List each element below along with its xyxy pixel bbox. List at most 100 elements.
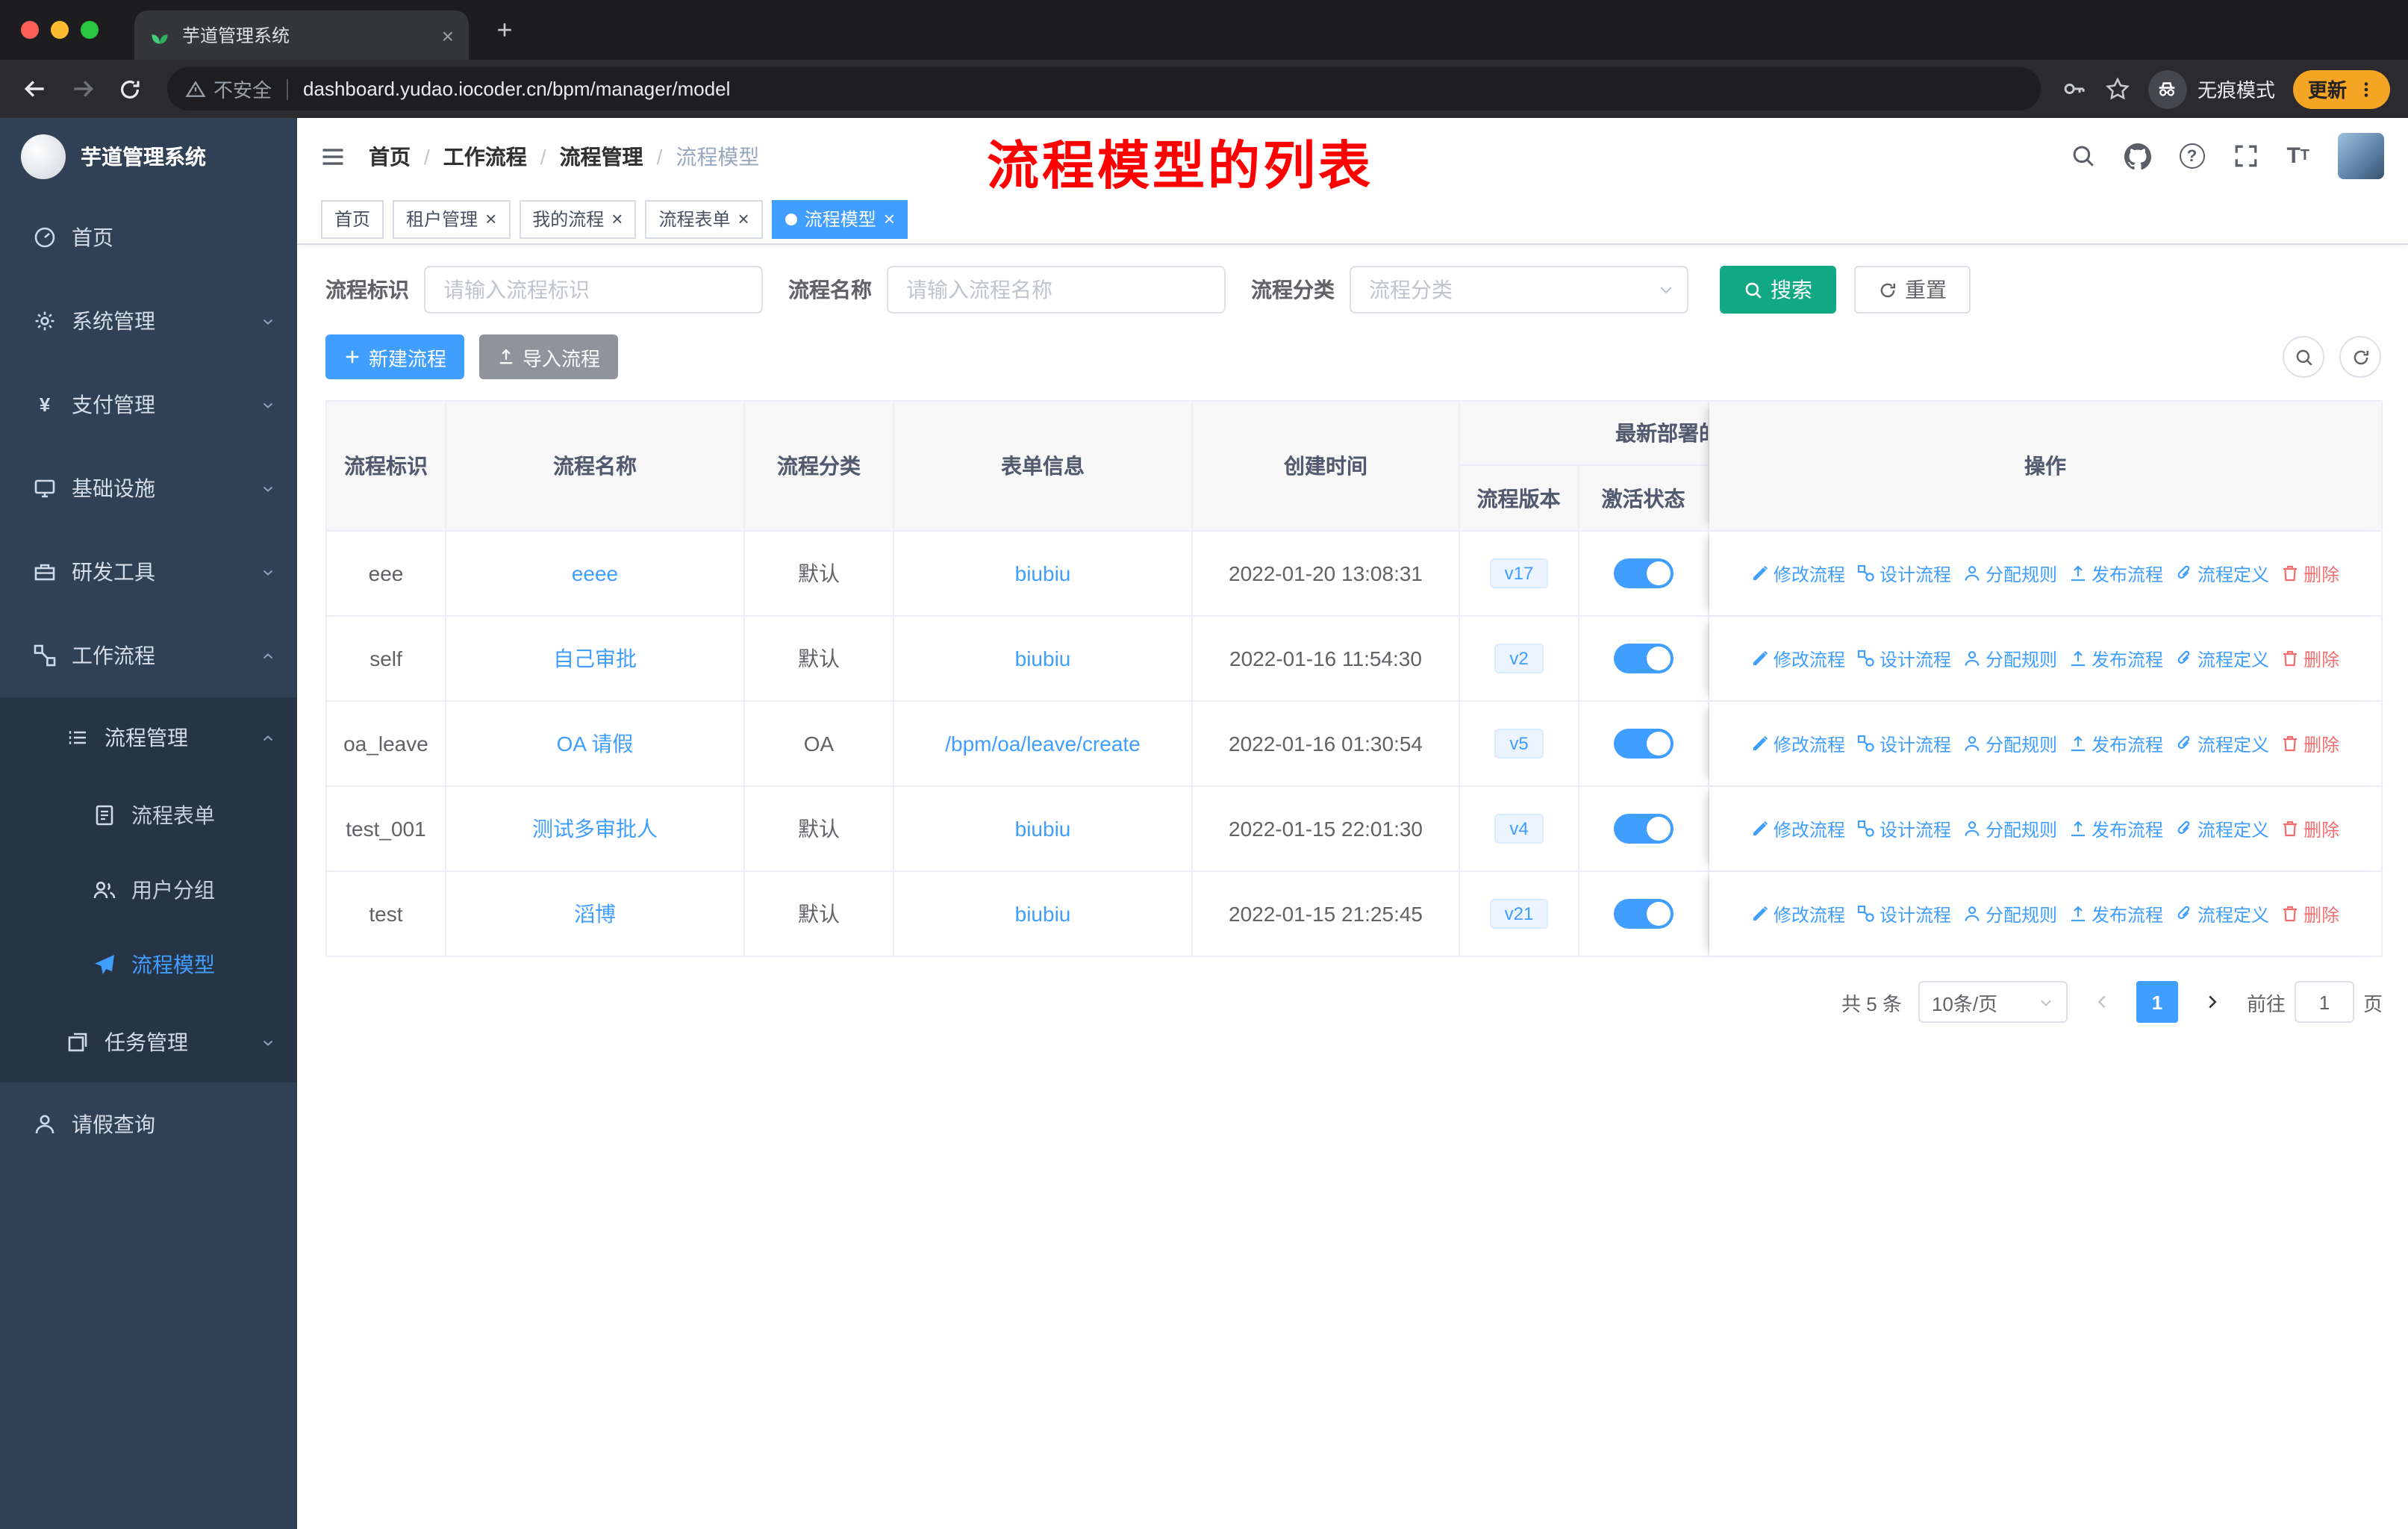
delete-process-link[interactable]: 删除 <box>2281 561 2339 586</box>
reset-button[interactable]: 重置 <box>1854 266 1971 314</box>
sidebar-item-user-group[interactable]: 用户分组 <box>0 853 297 927</box>
modify-process-link[interactable]: 修改流程 <box>1751 901 1845 927</box>
design-process-link[interactable]: 设计流程 <box>1857 901 1951 927</box>
maximize-window-button[interactable] <box>81 21 99 39</box>
sidebar-item-process-management[interactable]: 流程管理 <box>0 697 297 778</box>
category-select-input[interactable] <box>1350 266 1688 314</box>
modify-process-link[interactable]: 修改流程 <box>1751 816 1845 841</box>
process-name-link[interactable]: eeee <box>572 561 618 585</box>
sidebar-item-process-form[interactable]: 流程表单 <box>0 778 297 853</box>
publish-process-link[interactable]: 发布流程 <box>2069 816 2163 841</box>
reload-button[interactable] <box>107 66 152 111</box>
process-name-link[interactable]: 测试多审批人 <box>532 814 658 844</box>
assign-rules-link[interactable]: 分配规则 <box>1963 646 2057 671</box>
next-page-button[interactable] <box>2195 981 2230 1023</box>
bookmark-star-icon[interactable] <box>2105 76 2130 102</box>
security-label[interactable]: 不安全 <box>213 75 272 103</box>
active-status-toggle[interactable] <box>1614 899 1674 929</box>
toggle-search-icon-button[interactable] <box>2283 336 2324 378</box>
tag-item[interactable]: 首页 × <box>321 199 384 238</box>
update-chip[interactable]: 更新 <box>2292 69 2390 108</box>
breadcrumb-home[interactable]: 首页 <box>369 141 411 171</box>
delete-process-link[interactable]: 删除 <box>2281 646 2339 671</box>
process-name-input[interactable] <box>887 266 1226 314</box>
form-info-link[interactable]: biubiu <box>1015 647 1071 670</box>
assign-rules-link[interactable]: 分配规则 <box>1963 901 2057 927</box>
category-select[interactable] <box>1350 266 1688 314</box>
modify-process-link[interactable]: 修改流程 <box>1751 646 1845 671</box>
sidebar-item-devtools[interactable]: 研发工具 <box>0 530 297 614</box>
assign-rules-link[interactable]: 分配规则 <box>1963 816 2057 841</box>
delete-process-link[interactable]: 删除 <box>2281 901 2339 927</box>
process-definition-link[interactable]: 流程定义 <box>2175 901 2269 927</box>
process-name-link[interactable]: 滔博 <box>574 899 616 929</box>
form-info-link[interactable]: biubiu <box>1015 561 1071 585</box>
sidebar-item-task-management[interactable]: 任务管理 <box>0 1002 297 1083</box>
help-icon[interactable]: ? <box>2179 143 2205 169</box>
active-status-toggle[interactable] <box>1614 814 1674 844</box>
prev-page-button[interactable] <box>2084 981 2120 1023</box>
design-process-link[interactable]: 设计流程 <box>1857 816 1951 841</box>
address-bar[interactable]: 不安全 dashboard.yudao.iocoder.cn/bpm/manag… <box>167 67 2041 110</box>
tag-close-icon[interactable]: × <box>485 209 496 228</box>
tag-close-icon[interactable]: × <box>738 209 749 228</box>
import-process-button[interactable]: 导入流程 <box>479 334 619 379</box>
url-text[interactable]: dashboard.yudao.iocoder.cn/bpm/manager/m… <box>303 78 730 100</box>
password-key-icon[interactable] <box>2062 76 2087 102</box>
tag-close-icon[interactable]: × <box>611 209 623 228</box>
hamburger-icon[interactable] <box>297 118 369 194</box>
forward-button[interactable] <box>60 66 105 111</box>
assign-rules-link[interactable]: 分配规则 <box>1963 731 2057 756</box>
delete-process-link[interactable]: 删除 <box>2281 816 2339 841</box>
tag-item[interactable]: 流程模型 × <box>771 199 908 238</box>
process-name-link[interactable]: 自己审批 <box>553 644 637 673</box>
form-info-link[interactable]: /bpm/oa/leave/create <box>945 732 1141 756</box>
delete-process-link[interactable]: 删除 <box>2281 731 2339 756</box>
create-process-button[interactable]: 新建流程 <box>325 334 465 379</box>
fullscreen-icon[interactable] <box>2233 143 2258 169</box>
sidebar-item-payment[interactable]: ¥ 支付管理 <box>0 363 297 446</box>
process-definition-link[interactable]: 流程定义 <box>2175 731 2269 756</box>
form-info-link[interactable]: biubiu <box>1015 817 1071 841</box>
sidebar-item-process-model[interactable]: 流程模型 <box>0 927 297 1002</box>
design-process-link[interactable]: 设计流程 <box>1857 646 1951 671</box>
assign-rules-link[interactable]: 分配规则 <box>1963 561 2057 586</box>
active-status-toggle[interactable] <box>1614 558 1674 588</box>
breadcrumb-workflow[interactable]: 工作流程 <box>443 141 527 171</box>
back-button[interactable] <box>12 66 57 111</box>
user-avatar[interactable] <box>2338 133 2384 179</box>
publish-process-link[interactable]: 发布流程 <box>2069 646 2163 671</box>
page-size-select[interactable]: 10条/页 <box>1918 981 2068 1023</box>
process-definition-link[interactable]: 流程定义 <box>2175 561 2269 586</box>
minimize-window-button[interactable] <box>51 21 69 39</box>
tag-close-icon[interactable]: × <box>884 209 895 228</box>
process-id-input[interactable] <box>424 266 763 314</box>
process-name-link[interactable]: OA 请假 <box>557 729 634 759</box>
breadcrumb-process-management[interactable]: 流程管理 <box>560 141 643 171</box>
tab-close-icon[interactable]: × <box>442 25 454 46</box>
sidebar-item-infra[interactable]: 基础设施 <box>0 446 297 530</box>
form-info-link[interactable]: biubiu <box>1015 902 1071 926</box>
process-definition-link[interactable]: 流程定义 <box>2175 816 2269 841</box>
active-status-toggle[interactable] <box>1614 729 1674 759</box>
active-status-toggle[interactable] <box>1614 644 1674 673</box>
sidebar-item-leave-query[interactable]: 请假查询 <box>0 1083 297 1166</box>
process-definition-link[interactable]: 流程定义 <box>2175 646 2269 671</box>
sidebar-item-system[interactable]: 系统管理 <box>0 279 297 363</box>
sidebar-item-home[interactable]: 首页 <box>0 196 297 279</box>
goto-page-input[interactable] <box>2294 981 2354 1023</box>
close-window-button[interactable] <box>21 21 39 39</box>
tag-item[interactable]: 租户管理 × <box>393 199 511 238</box>
search-icon[interactable] <box>2070 143 2095 169</box>
font-size-icon[interactable]: TT <box>2286 143 2309 169</box>
sidebar-item-workflow[interactable]: 工作流程 <box>0 614 297 697</box>
github-icon[interactable] <box>2124 143 2151 169</box>
publish-process-link[interactable]: 发布流程 <box>2069 561 2163 586</box>
refresh-table-button[interactable] <box>2339 336 2381 378</box>
modify-process-link[interactable]: 修改流程 <box>1751 731 1845 756</box>
page-number-current[interactable]: 1 <box>2136 981 2178 1023</box>
publish-process-link[interactable]: 发布流程 <box>2069 901 2163 927</box>
new-tab-button[interactable] <box>484 9 525 51</box>
sidebar-logo[interactable]: 芋道管理系统 <box>0 118 297 196</box>
search-button[interactable]: 搜索 <box>1720 266 1836 314</box>
